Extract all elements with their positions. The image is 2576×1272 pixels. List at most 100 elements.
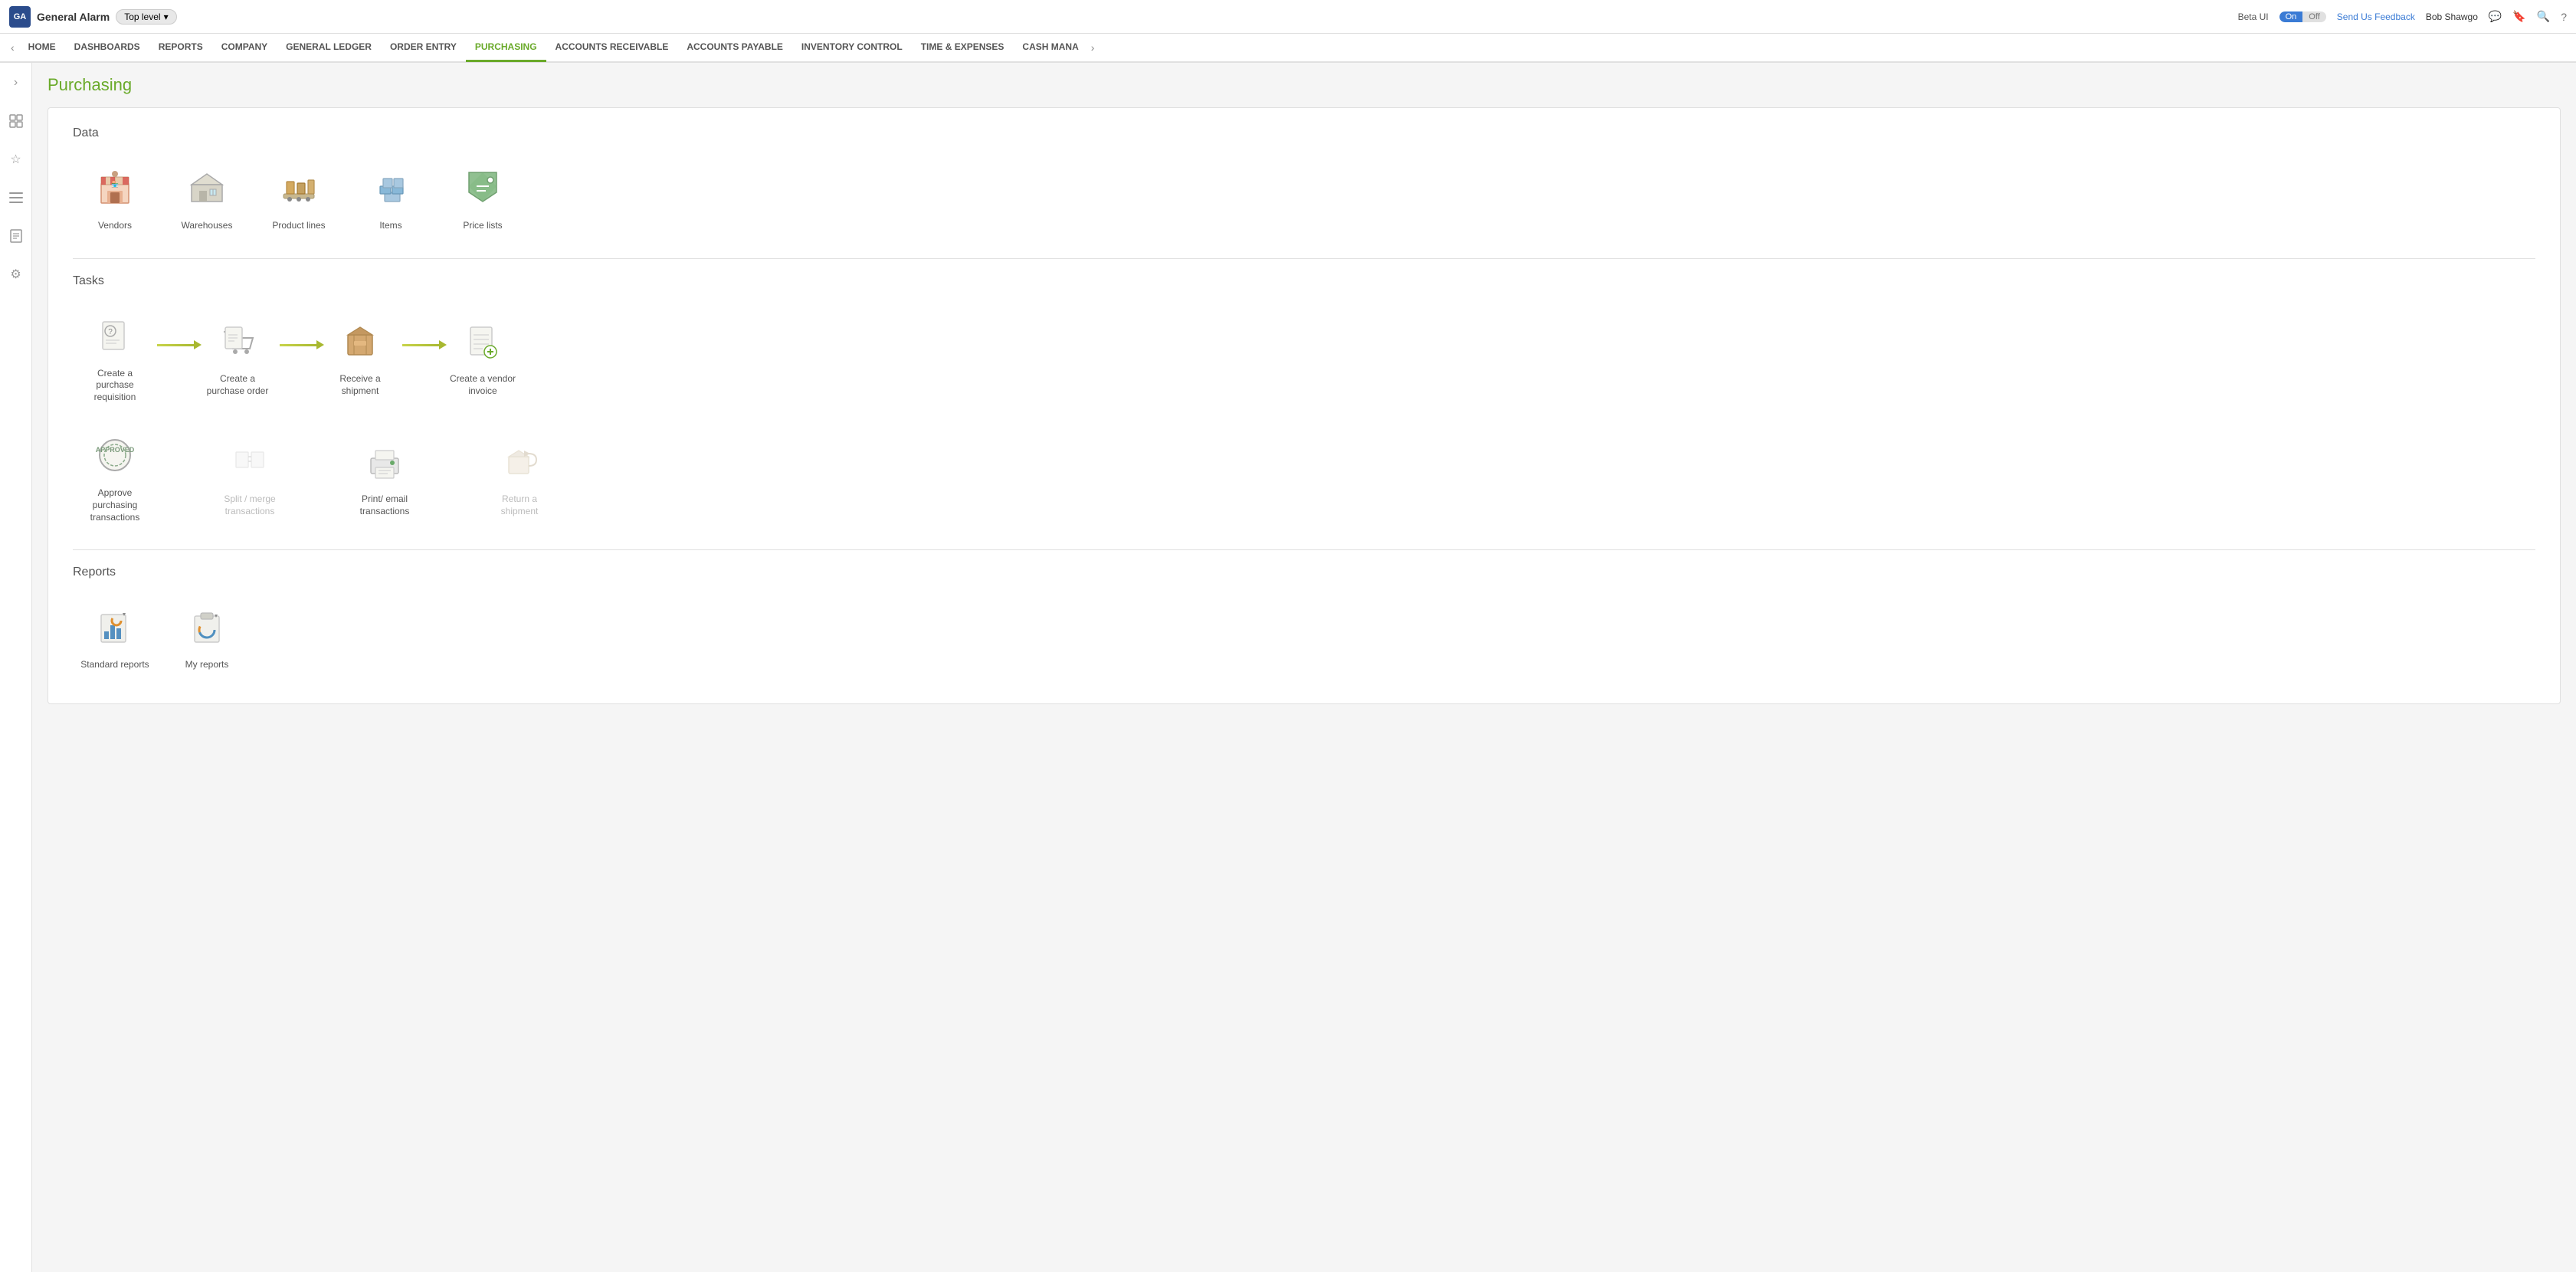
print-email-label: Print/ email transactions (350, 493, 419, 517)
nav-bar: ‹ HOME DASHBOARDS REPORTS COMPANY GENERA… (0, 34, 2576, 63)
toggle-off[interactable]: Off (2302, 11, 2325, 22)
content-card: Data (48, 107, 2561, 704)
my-reports-icon (182, 602, 231, 651)
print-email-item[interactable]: Print/ email transactions (342, 429, 427, 525)
main-content: Purchasing Data (32, 63, 2576, 1272)
standard-reports-item[interactable]: Standard reports (73, 595, 157, 679)
bookmark-icon[interactable]: 🔖 (2512, 10, 2525, 23)
price-lists-item[interactable]: Price lists (441, 156, 525, 240)
my-reports-label: My reports (185, 659, 229, 671)
create-purchase-order-item[interactable]: Create a purchase order (195, 309, 280, 405)
reports-section-title: Reports (73, 566, 2535, 579)
vendors-icon: 🏪 (90, 163, 139, 212)
split-merge-icon (225, 437, 274, 486)
tasks-row1: ? Create a purchase requisition (73, 303, 2535, 411)
svg-text:🏪: 🏪 (111, 180, 119, 188)
return-shipment-icon (495, 437, 544, 486)
print-email-icon (360, 437, 409, 486)
arrow1 (157, 344, 195, 369)
top-bar-right: Beta UI On Off Send Us Feedback Bob Shaw… (2238, 10, 2567, 23)
split-merge-item: Split / merge transactions (208, 429, 292, 525)
app-name: General Alarm (37, 11, 110, 23)
sidebar-expand-icon[interactable]: › (4, 70, 28, 95)
nav-inventory-control[interactable]: INVENTORY CONTROL (792, 33, 912, 62)
nav-accounts-payable[interactable]: ACCOUNTS PAYABLE (677, 33, 792, 62)
my-reports-item[interactable]: My reports (165, 595, 249, 679)
nav-cash-management[interactable]: CASH MANA (1013, 33, 1087, 62)
nav-reports[interactable]: REPORTS (149, 33, 212, 62)
vendors-item[interactable]: 🏪 Vendors (73, 156, 157, 240)
return-shipment-item: Return a shipment (477, 429, 562, 525)
sidebar-grid-icon[interactable] (4, 109, 28, 133)
price-lists-label: Price lists (463, 220, 502, 232)
data-section-title: Data (73, 126, 2535, 140)
top-bar-left: GA General Alarm Top level ▾ (9, 6, 2238, 28)
product-lines-item[interactable]: Product lines (257, 156, 341, 240)
sidebar-star-icon[interactable]: ☆ (4, 147, 28, 172)
price-lists-icon (458, 163, 507, 212)
receive-shipment-label: Receive a shipment (326, 373, 395, 397)
svg-text:?: ? (108, 328, 113, 336)
create-purchase-req-item[interactable]: ? Create a purchase requisition (73, 303, 157, 411)
create-purchase-order-label: Create a purchase order (203, 373, 272, 397)
nav-general-ledger[interactable]: GENERAL LEDGER (277, 33, 381, 62)
chat-icon[interactable]: 💬 (2489, 10, 2502, 23)
receive-shipment-item[interactable]: Receive a shipment (318, 309, 402, 405)
create-vendor-invoice-item[interactable]: Create a vendor invoice (441, 309, 525, 405)
receive-shipment-icon (336, 316, 385, 366)
arrow2 (280, 344, 318, 369)
items-label: Items (379, 220, 401, 232)
nav-dashboards[interactable]: DASHBOARDS (65, 33, 149, 62)
sidebar-settings-icon[interactable]: ⚙ (4, 262, 28, 287)
return-shipment-label: Return a shipment (485, 493, 554, 517)
vendors-label: Vendors (98, 220, 132, 232)
left-sidebar: › ☆ ⚙ (0, 63, 32, 1272)
warehouses-item[interactable]: Warehouses (165, 156, 249, 240)
nav-accounts-receivable[interactable]: ACCOUNTS RECEIVABLE (546, 33, 678, 62)
feedback-link[interactable]: Send Us Feedback (2337, 11, 2415, 22)
help-icon[interactable]: ? (2561, 11, 2567, 23)
items-icon (366, 163, 415, 212)
beta-toggle[interactable]: On Off (2279, 11, 2326, 22)
create-purchase-order-icon (213, 316, 262, 366)
create-purchase-req-label: Create a purchase requisition (80, 368, 149, 404)
sidebar-doc-icon[interactable] (4, 224, 28, 248)
standard-reports-label: Standard reports (80, 659, 149, 671)
product-lines-label: Product lines (272, 220, 325, 232)
page-title: Purchasing (48, 75, 2561, 95)
create-purchase-req-icon: ? (90, 311, 139, 360)
toggle-on[interactable]: On (2279, 11, 2303, 22)
nav-home[interactable]: HOME (19, 33, 65, 62)
approve-purchasing-icon: APPROVED (90, 431, 139, 480)
nav-company[interactable]: COMPANY (212, 33, 277, 62)
items-item[interactable]: Items (349, 156, 433, 240)
data-icon-grid: 🏪 Vendors (73, 156, 2535, 240)
beta-ui-label: Beta UI (2238, 11, 2269, 22)
product-lines-icon (274, 163, 323, 212)
split-merge-label: Split / merge transactions (215, 493, 284, 517)
warehouses-icon (182, 163, 231, 212)
sidebar-list-icon[interactable] (4, 185, 28, 210)
arrow3 (402, 344, 441, 369)
nav-time-expenses[interactable]: TIME & EXPENSES (912, 33, 1014, 62)
app-logo: GA (9, 6, 31, 28)
top-level-button[interactable]: Top level ▾ (116, 9, 176, 25)
top-bar: GA General Alarm Top level ▾ Beta UI On … (0, 0, 2576, 34)
approve-purchasing-label: Approve purchasing transactions (80, 487, 149, 523)
user-name: Bob Shawgo (2426, 11, 2478, 22)
approve-purchasing-item[interactable]: APPROVED Approve purchasing transactions (73, 423, 157, 531)
warehouses-label: Warehouses (182, 220, 233, 232)
svg-text:APPROVED: APPROVED (96, 446, 135, 454)
standard-reports-icon (90, 602, 139, 651)
reports-icon-grid: Standard reports (73, 595, 2535, 679)
nav-purchasing[interactable]: PURCHASING (466, 33, 546, 62)
nav-order-entry[interactable]: ORDER ENTRY (381, 33, 466, 62)
nav-back-arrow[interactable]: ‹ (6, 41, 19, 54)
create-vendor-invoice-icon (458, 316, 507, 366)
create-vendor-invoice-label: Create a vendor invoice (448, 373, 517, 397)
nav-more-arrow[interactable]: › (1088, 41, 1098, 54)
search-icon[interactable]: 🔍 (2537, 10, 2550, 23)
tasks-section-title: Tasks (73, 274, 2535, 288)
tasks-row2: APPROVED Approve purchasing transactions (73, 423, 2535, 531)
main-layout: › ☆ ⚙ Purchasing Data (0, 63, 2576, 1272)
